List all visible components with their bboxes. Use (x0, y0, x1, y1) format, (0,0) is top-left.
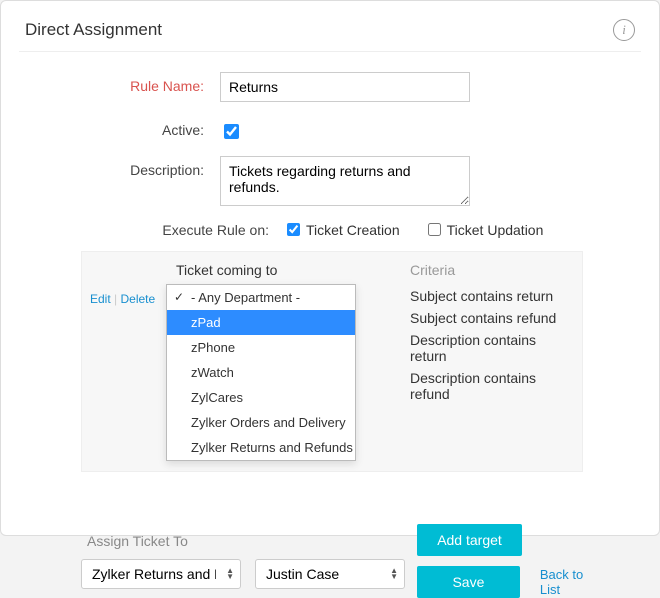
info-icon[interactable]: i (613, 19, 635, 41)
assign-department-select[interactable]: Zylker Returns and Refunds (81, 559, 241, 589)
execute-updation-text: Ticket Updation (447, 222, 544, 238)
criteria-item: Description contains return (410, 332, 574, 364)
execute-rule-row: Execute Rule on: Ticket Creation Ticket … (25, 220, 635, 239)
execute-updation-checkbox[interactable] (428, 223, 441, 236)
criteria-item: Subject contains return (410, 288, 574, 304)
assignee-select-wrap[interactable]: Justin Case ▲▼ (255, 559, 405, 589)
criteria-heading: Criteria (404, 252, 582, 284)
rule-name-row: Rule Name: (25, 72, 635, 102)
description-textarea[interactable]: Tickets regarding returns and refunds. (220, 156, 470, 206)
department-option[interactable]: zPad (167, 310, 355, 335)
card-header: Direct Assignment i (25, 19, 635, 41)
assignee-select[interactable]: Justin Case (255, 559, 405, 589)
department-option[interactable]: zPhone (167, 335, 355, 360)
execute-creation-text: Ticket Creation (306, 222, 400, 238)
footer-area: Assign Ticket To Zylker Returns and Refu… (81, 524, 605, 598)
execute-updation-option[interactable]: Ticket Updation (424, 220, 544, 239)
department-option[interactable]: Zylker Orders and Delivery (167, 410, 355, 435)
criteria-item: Subject contains refund (410, 310, 574, 326)
save-button[interactable]: Save (417, 566, 520, 598)
rule-name-input[interactable] (220, 72, 470, 102)
ticket-coming-to-heading: Ticket coming to (162, 252, 404, 284)
add-target-button[interactable]: Add target (417, 524, 522, 556)
department-option[interactable]: zWatch (167, 360, 355, 385)
page-title: Direct Assignment (25, 20, 162, 40)
delete-link[interactable]: Delete (120, 292, 155, 306)
department-option[interactable]: ZylCares (167, 385, 355, 410)
rule-name-label: Rule Name: (25, 72, 220, 94)
criteria-list: Subject contains return Subject contains … (404, 284, 582, 471)
direct-assignment-card: Direct Assignment i Rule Name: Active: D… (0, 0, 660, 536)
rule-panel-head: Ticket coming to Criteria (82, 252, 582, 284)
department-option[interactable]: Zylker Returns and Refunds (167, 435, 355, 460)
execute-creation-option[interactable]: Ticket Creation (283, 220, 400, 239)
criteria-item: Description contains refund (410, 370, 574, 402)
active-row: Active: (25, 116, 635, 142)
edit-link[interactable]: Edit (90, 292, 111, 306)
header-divider (19, 51, 641, 52)
rule-panel: Ticket coming to Criteria Edit | Delete … (81, 251, 583, 472)
description-label: Description: (25, 156, 220, 178)
department-option[interactable]: - Any Department - (167, 285, 355, 310)
assign-ticket-to-label: Assign Ticket To (81, 533, 397, 549)
execute-rule-label: Execute Rule on: (25, 222, 283, 238)
description-row: Description: Tickets regarding returns a… (25, 156, 635, 206)
active-checkbox[interactable] (224, 124, 239, 139)
active-label: Active: (25, 116, 220, 138)
department-dropdown[interactable]: - Any Department -zPadzPhonezWatchZylCar… (166, 284, 356, 461)
execute-creation-checkbox[interactable] (287, 223, 300, 236)
assign-department-select-wrap[interactable]: Zylker Returns and Refunds ▲▼ (81, 559, 241, 589)
back-to-list-link[interactable]: Back to List (540, 567, 605, 597)
